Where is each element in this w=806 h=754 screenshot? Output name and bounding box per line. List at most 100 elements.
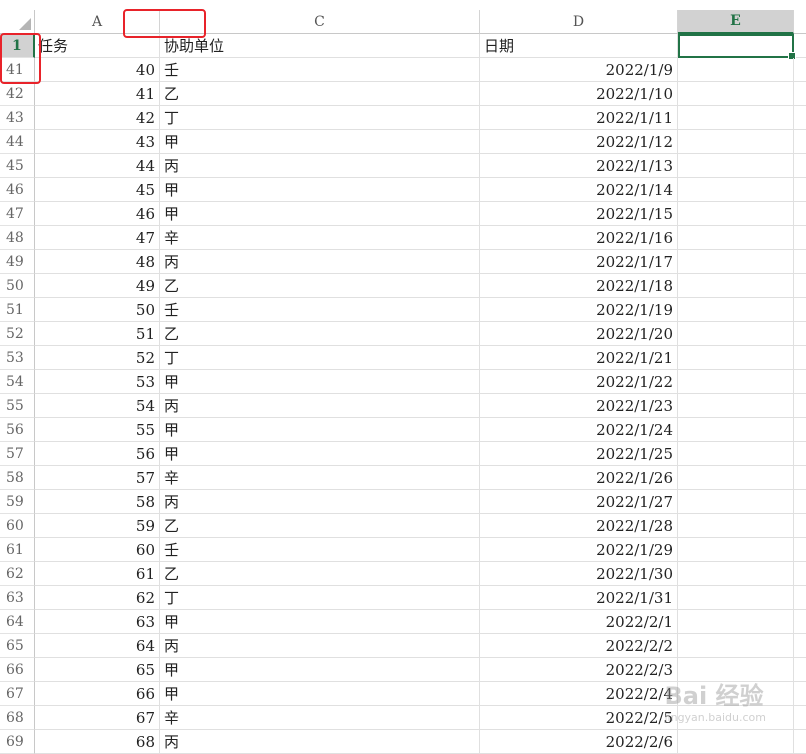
cell-f[interactable] [794, 610, 806, 634]
cell-task[interactable]: 67 [35, 706, 160, 730]
cell-task[interactable]: 68 [35, 730, 160, 754]
cell-unit[interactable]: 乙 [160, 562, 480, 586]
cell-date[interactable]: 2022/1/17 [480, 250, 678, 274]
row-header[interactable]: 62 [0, 562, 35, 586]
cell-e[interactable] [678, 730, 794, 754]
cell-task[interactable]: 46 [35, 202, 160, 226]
cell-unit[interactable]: 丙 [160, 250, 480, 274]
cell-f[interactable] [794, 106, 806, 130]
cell-unit[interactable]: 壬 [160, 538, 480, 562]
cell-e[interactable] [678, 58, 794, 82]
row-header[interactable]: 47 [0, 202, 35, 226]
cell-unit[interactable]: 甲 [160, 418, 480, 442]
row-header[interactable]: 68 [0, 706, 35, 730]
row-header[interactable]: 63 [0, 586, 35, 610]
cell-unit[interactable]: 丙 [160, 634, 480, 658]
cell-date[interactable]: 2022/1/23 [480, 394, 678, 418]
cell-unit[interactable]: 甲 [160, 610, 480, 634]
cell-f[interactable] [794, 346, 806, 370]
row-header[interactable]: 61 [0, 538, 35, 562]
row-header[interactable]: 59 [0, 490, 35, 514]
cell-date[interactable]: 2022/1/29 [480, 538, 678, 562]
cell-date[interactable]: 2022/2/1 [480, 610, 678, 634]
cell-f[interactable] [794, 82, 806, 106]
cell-e[interactable] [678, 250, 794, 274]
cell-f[interactable] [794, 226, 806, 250]
cell-date[interactable]: 2022/1/18 [480, 274, 678, 298]
cell-f[interactable] [794, 178, 806, 202]
cell-e[interactable] [678, 298, 794, 322]
cell-task[interactable]: 60 [35, 538, 160, 562]
row-header[interactable]: 56 [0, 418, 35, 442]
cell-task[interactable]: 64 [35, 634, 160, 658]
cell-f[interactable] [794, 466, 806, 490]
cell-f[interactable] [794, 298, 806, 322]
cell-date[interactable]: 2022/1/30 [480, 562, 678, 586]
cell-f[interactable] [794, 634, 806, 658]
cell-task[interactable]: 51 [35, 322, 160, 346]
cell-f[interactable] [794, 658, 806, 682]
cell-e[interactable] [678, 130, 794, 154]
cell-date[interactable]: 2022/1/27 [480, 490, 678, 514]
cell-f[interactable] [794, 370, 806, 394]
cell-date[interactable]: 2022/1/20 [480, 322, 678, 346]
cell-task[interactable]: 59 [35, 514, 160, 538]
cell-task[interactable]: 45 [35, 178, 160, 202]
cell-f[interactable] [794, 682, 806, 706]
row-header[interactable]: 43 [0, 106, 35, 130]
cell-unit[interactable]: 丁 [160, 106, 480, 130]
cell-f[interactable] [794, 274, 806, 298]
cell-f[interactable] [794, 418, 806, 442]
row-header[interactable]: 53 [0, 346, 35, 370]
cell-task[interactable]: 40 [35, 58, 160, 82]
cell-unit[interactable]: 丙 [160, 730, 480, 754]
cell-task[interactable]: 62 [35, 586, 160, 610]
cell-f[interactable] [794, 586, 806, 610]
cell-task[interactable]: 42 [35, 106, 160, 130]
cell-unit-header[interactable]: 协助单位 [160, 34, 480, 58]
cell-date[interactable]: 2022/1/9 [480, 58, 678, 82]
cell-e[interactable] [678, 418, 794, 442]
cell-f[interactable] [794, 538, 806, 562]
row-header[interactable]: 48 [0, 226, 35, 250]
cell-unit[interactable]: 乙 [160, 274, 480, 298]
cell-f[interactable] [794, 490, 806, 514]
cell-date[interactable]: 2022/1/22 [480, 370, 678, 394]
cell-unit[interactable]: 壬 [160, 58, 480, 82]
column-header-c[interactable]: C [160, 10, 480, 34]
cell-task[interactable]: 63 [35, 610, 160, 634]
cell-e[interactable] [678, 322, 794, 346]
cell-task[interactable]: 56 [35, 442, 160, 466]
cell-e[interactable] [678, 610, 794, 634]
column-header-f[interactable] [794, 10, 806, 34]
cell-unit[interactable]: 甲 [160, 202, 480, 226]
column-header-d[interactable]: D [480, 10, 678, 34]
cell-f[interactable] [794, 58, 806, 82]
row-header[interactable]: 65 [0, 634, 35, 658]
cell-date[interactable]: 2022/1/15 [480, 202, 678, 226]
cell-date[interactable]: 2022/1/25 [480, 442, 678, 466]
cell-e[interactable] [678, 538, 794, 562]
cell-date[interactable]: 2022/1/14 [480, 178, 678, 202]
cell-e[interactable] [678, 82, 794, 106]
cell-date[interactable]: 2022/1/24 [480, 418, 678, 442]
cell-f[interactable] [794, 514, 806, 538]
cell-date[interactable]: 2022/1/26 [480, 466, 678, 490]
cell-date[interactable]: 2022/1/13 [480, 154, 678, 178]
cell-e[interactable] [678, 178, 794, 202]
cell-e[interactable] [678, 346, 794, 370]
row-header[interactable]: 58 [0, 466, 35, 490]
cell-task[interactable]: 54 [35, 394, 160, 418]
row-header[interactable]: 66 [0, 658, 35, 682]
cell-e[interactable] [678, 106, 794, 130]
cell-task[interactable]: 48 [35, 250, 160, 274]
cell-unit[interactable]: 甲 [160, 658, 480, 682]
cell-task[interactable]: 52 [35, 346, 160, 370]
cell-date[interactable]: 2022/1/21 [480, 346, 678, 370]
cell-e[interactable] [678, 562, 794, 586]
row-header[interactable]: 57 [0, 442, 35, 466]
cell-date[interactable]: 2022/1/16 [480, 226, 678, 250]
row-header[interactable]: 50 [0, 274, 35, 298]
cell-unit[interactable]: 乙 [160, 514, 480, 538]
cell-task[interactable]: 43 [35, 130, 160, 154]
